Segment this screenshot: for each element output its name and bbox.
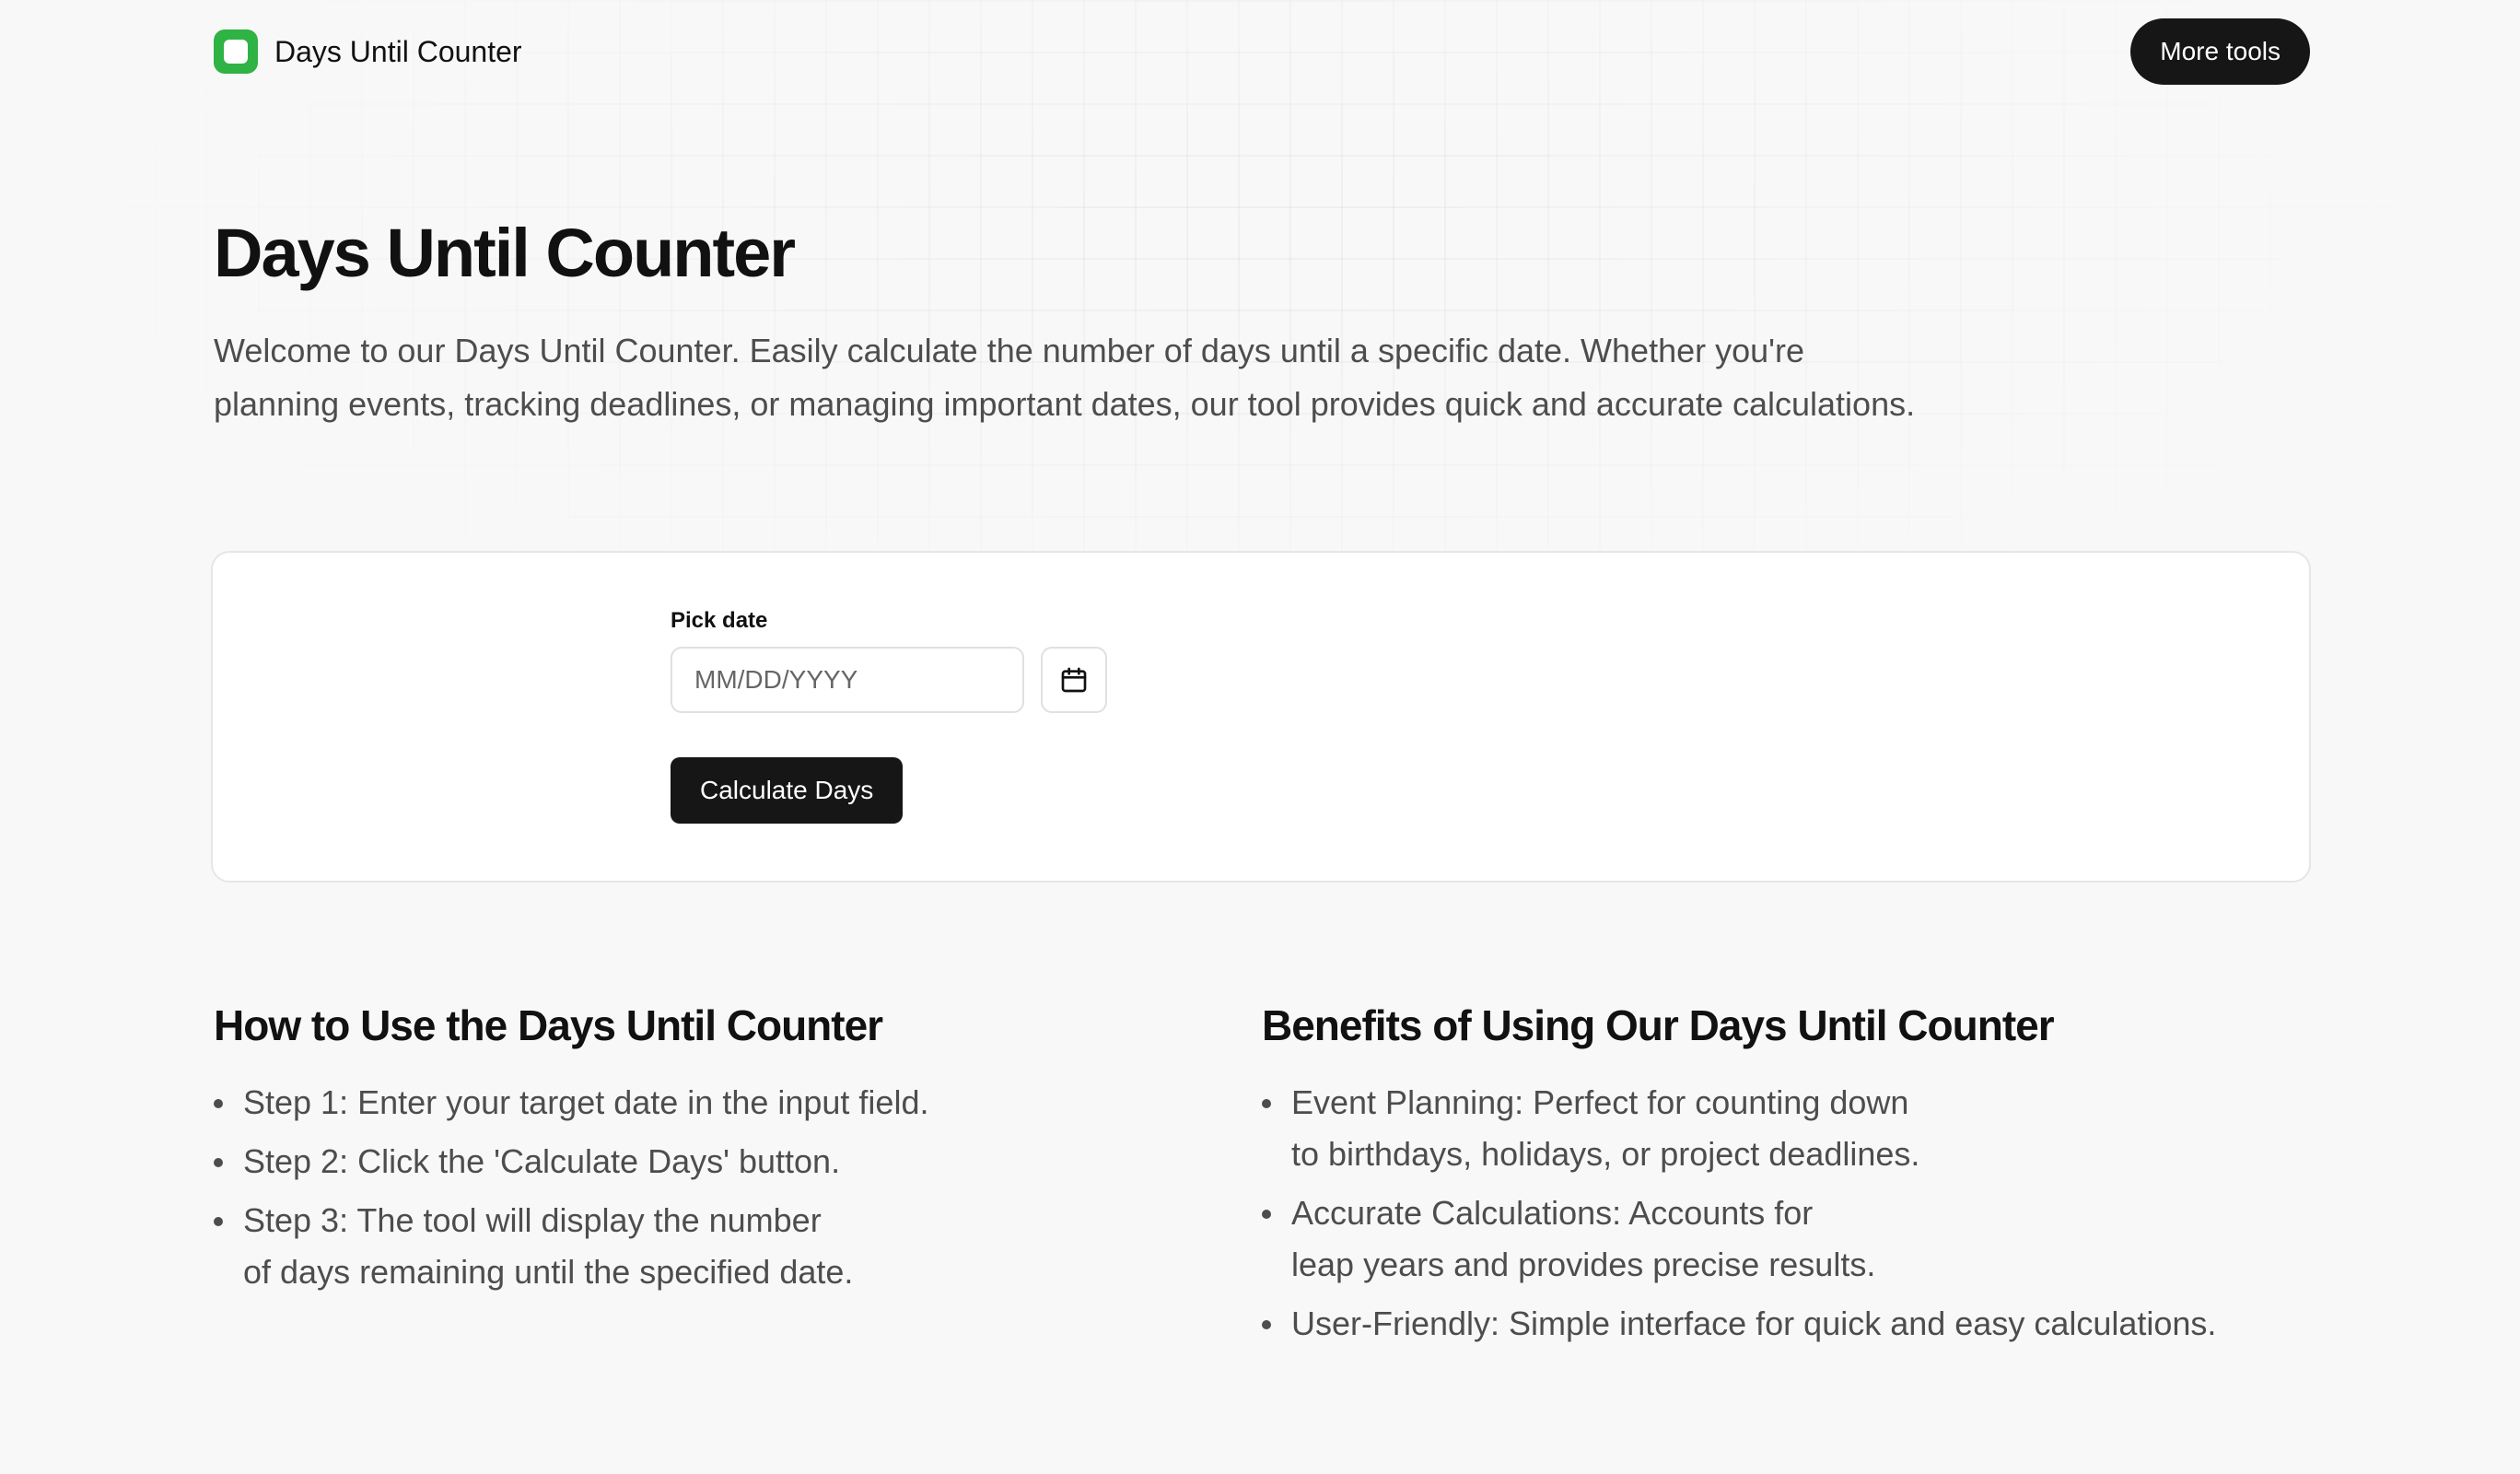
page-intro: Welcome to our Days Until Counter. Easil…	[214, 324, 2056, 431]
list-item: Step 2: Click the 'Calculate Days' butto…	[214, 1136, 1262, 1187]
brand-name: Days Until Counter	[274, 34, 522, 68]
page-container: Days Until Counter More tools Days Until…	[211, 0, 2311, 1357]
intro-line-1: Welcome to our Days Until Counter. Easil…	[214, 332, 1805, 369]
benefits-column: Benefits of Using Our Days Until Counter…	[1262, 1000, 2310, 1357]
hero-section: Days Until Counter Welcome to our Days U…	[214, 219, 2310, 431]
list-item-text: Step 1: Enter your target date in the in…	[243, 1083, 929, 1122]
app-logo-icon	[214, 29, 258, 74]
list-item: Event Planning: Perfect for counting dow…	[1262, 1077, 2310, 1180]
list-item-text: Step 2: Click the 'Calculate Days' butto…	[243, 1142, 841, 1181]
how-to-title: How to Use the Days Until Counter	[214, 1001, 883, 1049]
date-form: Pick date Calculate Days	[671, 608, 1107, 824]
app-logo-inner	[224, 40, 248, 64]
date-input[interactable]	[671, 647, 1024, 713]
calendar-button[interactable]	[1041, 647, 1107, 713]
list-item-text: Accurate Calculations: Accounts for	[1291, 1194, 1814, 1233]
calculate-days-button[interactable]: Calculate Days	[671, 757, 904, 824]
date-field-label: Pick date	[671, 608, 768, 633]
page-title: Days Until Counter	[214, 215, 796, 291]
calculator-card: Pick date Calculate Days	[211, 551, 2311, 883]
benefits-title: Benefits of Using Our Days Until Counter	[1262, 1001, 2055, 1049]
more-tools-button[interactable]: More tools	[2130, 18, 2310, 85]
list-item-text: to birthdays, holidays, or project deadl…	[1291, 1135, 1920, 1174]
date-input-row	[671, 647, 1107, 713]
list-item-text: User-Friendly: Simple interface for quic…	[1291, 1304, 2217, 1343]
list-item: Step 1: Enter your target date in the in…	[214, 1077, 1262, 1129]
how-to-steps: Step 1: Enter your target date in the in…	[214, 1077, 1262, 1298]
list-item: Step 3: The tool will display the number…	[214, 1195, 1262, 1298]
list-item: Accurate Calculations: Accounts for leap…	[1262, 1187, 2310, 1291]
list-item-text: leap years and provides precise results.	[1291, 1246, 1876, 1284]
list-item-text: Event Planning: Perfect for counting dow…	[1291, 1083, 1909, 1122]
benefits-list: Event Planning: Perfect for counting dow…	[1262, 1077, 2310, 1350]
how-to-column: How to Use the Days Until Counter Step 1…	[214, 1000, 1262, 1357]
info-section: How to Use the Days Until Counter Step 1…	[214, 1000, 2310, 1357]
list-item: User-Friendly: Simple interface for quic…	[1262, 1298, 2310, 1350]
top-header: Days Until Counter More tools	[214, 0, 2310, 103]
list-item-text: of days remaining until the specified da…	[243, 1253, 854, 1292]
calendar-icon	[1061, 667, 1087, 693]
intro-line-2: planning events, tracking deadlines, or …	[214, 385, 1916, 423]
brand[interactable]: Days Until Counter	[214, 29, 522, 74]
list-item-text: Step 3: The tool will display the number	[243, 1201, 822, 1240]
